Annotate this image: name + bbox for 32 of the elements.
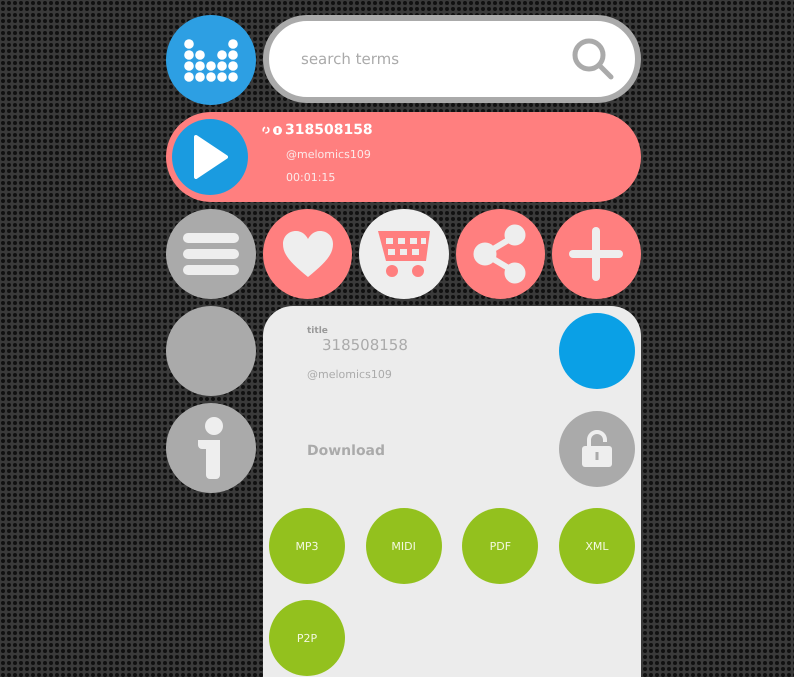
menu-button[interactable]	[166, 209, 256, 299]
play-button[interactable]	[172, 119, 248, 195]
format-button[interactable]: MP3	[269, 508, 345, 584]
play-icon	[192, 135, 228, 179]
track-time: 00:01:15	[286, 171, 336, 184]
details-title: 318508158	[322, 336, 409, 354]
info-button[interactable]	[166, 403, 256, 493]
format-button[interactable]: P2P	[269, 600, 345, 676]
heart-icon	[280, 229, 335, 279]
format-button[interactable]: XML	[558, 508, 635, 584]
unlocked-padlock-icon	[580, 430, 614, 468]
logo-button[interactable]	[166, 15, 256, 105]
menu-icon	[183, 233, 239, 275]
heart-button[interactable]	[263, 209, 352, 299]
repeat-icon	[262, 126, 270, 134]
title-label: title	[307, 326, 329, 336]
coin-icon	[273, 126, 282, 134]
track-author: @melomics109	[286, 148, 372, 161]
share-button[interactable]	[456, 209, 545, 299]
details-author: @melomics109	[307, 368, 393, 381]
dots-logo-icon	[184, 38, 238, 82]
search-input[interactable]: search terms	[299, 49, 571, 69]
cart-icon	[376, 229, 432, 279]
add-button[interactable]	[552, 209, 641, 299]
share-icon	[473, 224, 528, 284]
search-icon	[571, 37, 615, 81]
download-label: Download	[307, 443, 386, 459]
format-button[interactable]: MIDI	[366, 508, 442, 584]
format-button[interactable]: PDF	[462, 508, 538, 584]
cart-button[interactable]	[359, 209, 448, 299]
track-title: 318508158	[285, 122, 373, 138]
plus-icon	[569, 227, 624, 281]
